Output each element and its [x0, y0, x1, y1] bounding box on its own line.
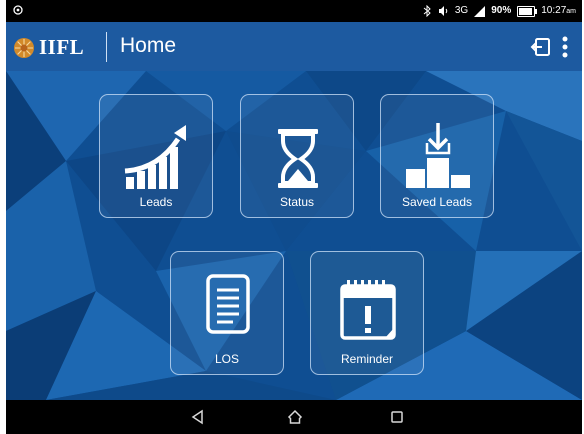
tile-leads-label: Leads [139, 195, 173, 209]
more-options-icon[interactable] [558, 34, 572, 60]
recents-icon[interactable] [388, 408, 406, 426]
device-screen: 3G 90% 10:27am IIFL Home Leads Status Sa… [6, 0, 582, 434]
tile-los[interactable]: LOS [170, 251, 284, 375]
logo-text: IIFL [39, 35, 85, 59]
clock: 10:27 [541, 4, 567, 16]
tile-los-label: LOS [214, 352, 239, 366]
title-divider [106, 32, 107, 62]
lotus-emblem-icon [14, 37, 34, 58]
tile-status-label: Status [279, 195, 315, 209]
tile-leads[interactable]: Leads [99, 94, 213, 218]
clock-suffix: am [566, 7, 576, 15]
tile-saved-leads[interactable]: Saved Leads [380, 94, 494, 218]
navigation-bar [6, 400, 582, 434]
tile-reminder[interactable]: Reminder [310, 251, 424, 375]
status-bar: 3G 90% 10:27am [6, 0, 582, 22]
vibrate-icon [438, 6, 448, 16]
tile-reminder-label: Reminder [340, 352, 394, 366]
page-title: Home [120, 34, 177, 57]
network-type: 3G [454, 5, 469, 16]
tile-status[interactable]: Status [240, 94, 354, 218]
back-icon[interactable] [189, 408, 207, 426]
home-content: Leads Status Saved Leads LOS Reminder [6, 71, 582, 400]
logout-icon[interactable] [530, 36, 552, 58]
signal-icon [474, 5, 486, 17]
sync-icon [13, 5, 23, 15]
battery-level [519, 7, 532, 15]
home-icon[interactable] [286, 408, 304, 426]
battery-percent: 90% [491, 5, 512, 16]
iifl-logo: IIFL [13, 35, 84, 60]
tile-saved-leads-label: Saved Leads [401, 195, 473, 209]
bluetooth-icon [423, 5, 431, 17]
battery-icon [517, 5, 538, 17]
app-bar: IIFL Home [6, 22, 582, 71]
